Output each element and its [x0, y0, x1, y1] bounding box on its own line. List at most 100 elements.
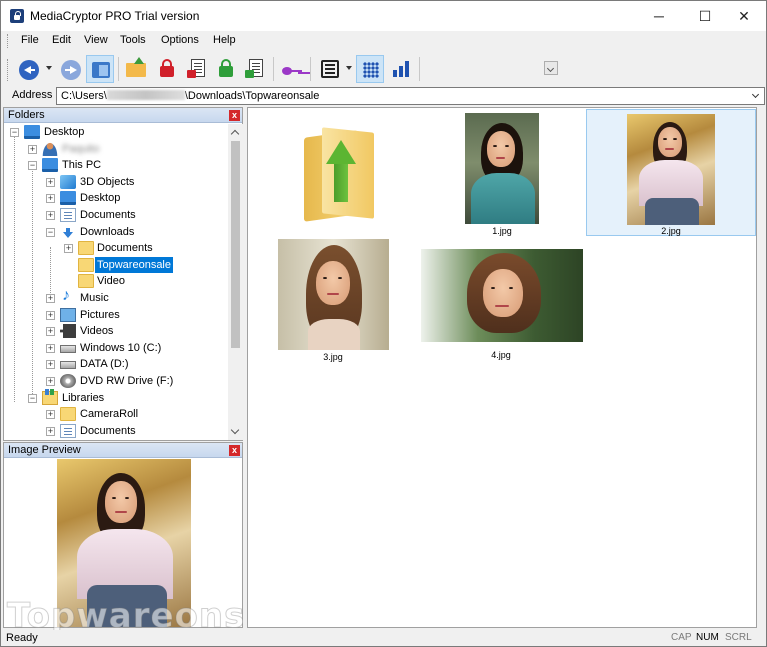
collapse-toggle[interactable]: −: [46, 227, 55, 237]
expand-toggle[interactable]: +: [46, 194, 55, 204]
collapse-toggle[interactable]: −: [28, 161, 37, 171]
title-bar: MediaCryptor PRO Trial version ─ ☐ ✕: [1, 1, 766, 31]
address-dropdown-arrow[interactable]: [751, 90, 760, 99]
address-path-suffix: \Downloads\Topwareonsale: [184, 90, 320, 102]
tree-item-topwareonsale[interactable]: Topwareonsale: [4, 256, 228, 273]
toolbar-separator: [310, 57, 311, 81]
tree-item-windows-10-c[interactable]: + Windows 10 (C:): [4, 340, 228, 356]
forward-button[interactable]: [56, 55, 84, 83]
file-thumb-3[interactable]: 3.jpg: [276, 238, 390, 364]
expand-toggle[interactable]: +: [46, 377, 55, 386]
tree-item-cameraroll[interactable]: + CameraRoll: [4, 406, 228, 422]
password-button[interactable]: [278, 55, 306, 83]
tree-item-music[interactable]: + Music: [4, 288, 228, 306]
scroll-thumb[interactable]: [231, 141, 240, 348]
menu-help[interactable]: Help: [213, 34, 236, 46]
address-input[interactable]: C:\Users\ \Downloads\Topwareonsale: [56, 87, 765, 105]
file-thumb-3-image: [278, 239, 389, 350]
file-thumb-2[interactable]: 2.jpg: [586, 109, 756, 236]
collapse-toggle[interactable]: −: [28, 393, 37, 403]
toolbar: [1, 51, 766, 87]
expand-toggle[interactable]: +: [46, 177, 55, 187]
tree-item-documents[interactable]: + Documents: [4, 207, 228, 223]
status-bar: Ready CAP NUM SCRL: [1, 630, 766, 646]
address-path-prefix: C:\Users\: [61, 90, 107, 102]
num-lock-indicator: NUM: [696, 632, 719, 643]
folders-toggle-button[interactable]: [86, 55, 114, 83]
expand-toggle[interactable]: +: [46, 327, 55, 337]
documents-icon: [60, 208, 76, 222]
preview-panel-close-button[interactable]: x: [229, 445, 240, 456]
expand-toggle[interactable]: +: [46, 211, 55, 220]
menu-tools[interactable]: Tools: [120, 34, 146, 46]
drive-icon: [60, 344, 76, 353]
tree-item-label: DATA (D:): [80, 358, 129, 371]
scroll-down-arrow[interactable]: [230, 425, 240, 435]
encrypt-button[interactable]: [153, 55, 181, 83]
expand-toggle[interactable]: +: [64, 244, 73, 254]
folder-up-icon: [126, 57, 146, 77]
tree-item-pictures[interactable]: + Pictures: [4, 307, 228, 323]
decrypt-list-button[interactable]: [241, 55, 269, 83]
tree-item-paquito[interactable]: + Paquito: [4, 141, 228, 157]
encrypt-list-button[interactable]: [183, 55, 211, 83]
tree-item-videos[interactable]: + Videos: [4, 323, 228, 339]
tree-item-label: CameraRoll: [80, 408, 139, 421]
thumbnails-view-button[interactable]: [356, 55, 384, 83]
address-label: Address: [12, 89, 53, 101]
tree-item-dvd-rw-drive-f[interactable]: + DVD RW Drive (F:): [4, 373, 228, 389]
minimize-button[interactable]: ─: [636, 1, 682, 31]
scroll-up-arrow[interactable]: [230, 129, 240, 139]
decrypt-button[interactable]: [212, 55, 240, 83]
statistics-button[interactable]: [387, 55, 415, 83]
file-thumb-1[interactable]: 1.jpg: [463, 112, 541, 238]
toolbar-options-dropdown[interactable]: [544, 61, 558, 75]
expand-toggle[interactable]: +: [46, 360, 55, 370]
tree-item-libraries[interactable]: − Libraries: [4, 388, 228, 406]
expand-toggle[interactable]: +: [28, 144, 37, 154]
folder-icon: [78, 274, 94, 289]
open-folder-button[interactable]: [122, 55, 150, 83]
tree-item-desktop[interactable]: + Desktop: [4, 190, 228, 206]
file-thumb-4[interactable]: 4.jpg: [418, 246, 584, 364]
parent-folder-item[interactable]: [298, 120, 393, 222]
folders-panel-close-button[interactable]: x: [229, 110, 240, 121]
close-button[interactable]: ✕: [721, 1, 767, 31]
view-dropdown-arrow[interactable]: [346, 66, 352, 70]
tree-item-documents[interactable]: + Documents: [4, 423, 228, 439]
menu-view[interactable]: View: [84, 34, 108, 46]
user-icon: [42, 141, 58, 156]
tree-item-desktop[interactable]: − Desktop: [4, 124, 228, 140]
view-list-button[interactable]: [316, 55, 344, 83]
menu-edit[interactable]: Edit: [52, 34, 71, 46]
tree-item-this-pc[interactable]: − This PC: [4, 157, 228, 173]
expand-toggle[interactable]: +: [46, 343, 55, 353]
expand-toggle[interactable]: +: [46, 310, 55, 320]
tree-item-label: Libraries: [62, 391, 105, 404]
back-button[interactable]: [14, 55, 42, 83]
menu-options[interactable]: Options: [161, 34, 199, 46]
collapse-toggle[interactable]: −: [10, 128, 19, 137]
toolbar-separator: [118, 57, 119, 81]
expand-toggle[interactable]: +: [46, 294, 55, 303]
tree-item-label: Windows 10 (C:): [80, 341, 162, 354]
address-bar: Address C:\Users\ \Downloads\Topwareonsal…: [1, 87, 766, 105]
tree-item-data-d[interactable]: + DATA (D:): [4, 356, 228, 372]
tree-item-label: Documents: [80, 424, 136, 437]
tree-item-3d-objects[interactable]: +3D Objects: [4, 174, 228, 190]
tree-item-label: Topwareonsale: [95, 256, 173, 273]
tree-item-downloads[interactable]: − Downloads: [4, 224, 228, 240]
menu-file[interactable]: File: [21, 34, 39, 46]
expand-toggle[interactable]: +: [46, 426, 55, 436]
tree-item-video[interactable]: Video: [4, 273, 228, 289]
grid-view-icon: [363, 62, 379, 78]
tree-item-label: Music: [80, 292, 109, 304]
back-dropdown-arrow[interactable]: [46, 66, 52, 70]
folder-icon: [78, 241, 94, 256]
file-thumb-1-caption: 1.jpg: [492, 226, 512, 236]
tree-item-documents[interactable]: + Documents: [4, 240, 228, 256]
expand-toggle[interactable]: +: [46, 410, 55, 420]
folder-tree-scrollbar[interactable]: [228, 124, 243, 440]
folders-panel: Folders x − Desktop + Paquito − This PC +3D Ob…: [3, 107, 243, 441]
tree-item-label: Video: [97, 275, 125, 288]
